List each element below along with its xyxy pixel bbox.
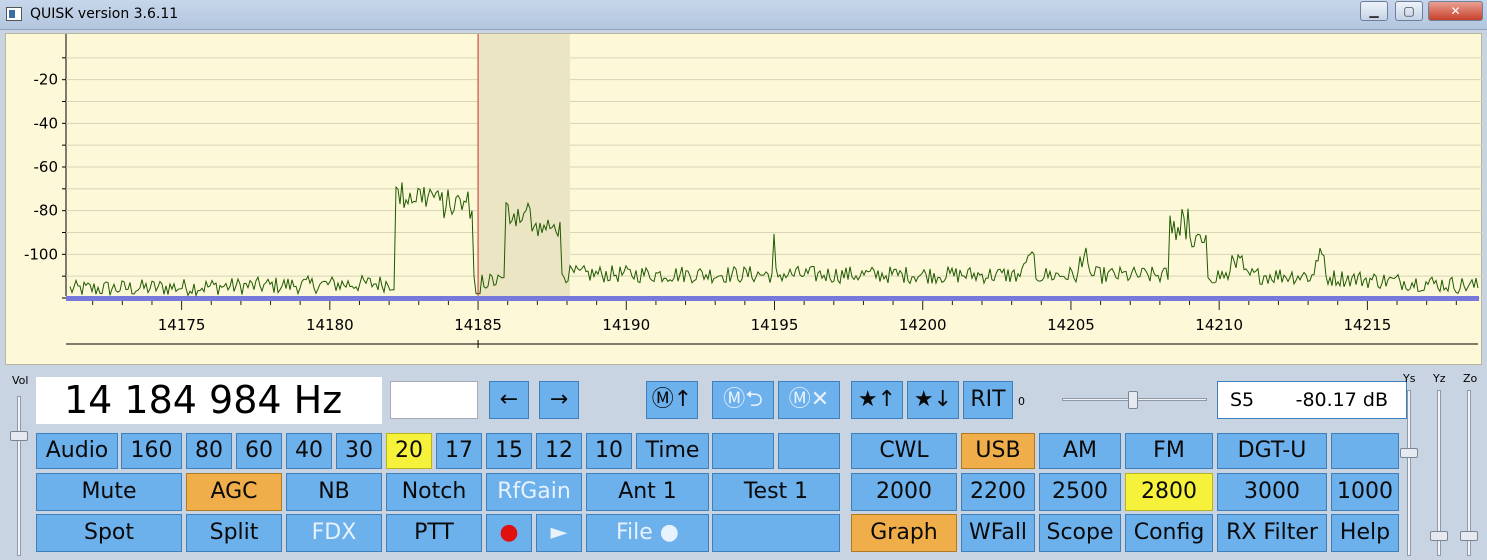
x-tick-label: 14190 xyxy=(602,316,650,334)
favorite-up-button[interactable]: ★↑ xyxy=(851,381,903,419)
row3-blank-button[interactable] xyxy=(712,514,840,552)
band-60-button[interactable]: 60 xyxy=(236,433,282,469)
maximize-button[interactable]: ▢ xyxy=(1395,1,1423,21)
spectrum-plot[interactable]: -20 -40 -60 -80 -100 14175 14180 14185 14190 141… xyxy=(6,34,1483,366)
band-time-button[interactable]: Time xyxy=(636,433,709,469)
app-icon xyxy=(6,7,22,21)
s-meter-db: -80.17 dB xyxy=(1295,389,1388,411)
y-tick-label: -100 xyxy=(24,245,58,263)
file-record-button[interactable]: File ● xyxy=(586,514,709,552)
spot-button[interactable]: Spot xyxy=(36,514,182,552)
window-title: QUISK version 3.6.11 xyxy=(30,6,179,22)
band-40-button[interactable]: 40 xyxy=(286,433,332,469)
band-10-button[interactable]: 10 xyxy=(586,433,632,469)
zo-slider-label: Zo xyxy=(1463,372,1478,385)
mode-fm-button[interactable]: FM xyxy=(1125,433,1213,469)
spectrum-trace xyxy=(69,182,1479,298)
config-button[interactable]: Config xyxy=(1125,514,1213,552)
s-meter-display: S5 -80.17 dB xyxy=(1217,381,1407,419)
nb-button[interactable]: NB xyxy=(286,473,382,511)
play-button[interactable]: ► xyxy=(536,514,582,552)
vol-slider-track[interactable] xyxy=(17,396,21,556)
x-tick-label: 14200 xyxy=(899,316,947,334)
band-blank-button-1[interactable] xyxy=(712,433,774,469)
y-tick-label: -80 xyxy=(34,202,59,220)
s-meter-level: S5 xyxy=(1230,389,1255,411)
antenna-button[interactable]: Ant 1 xyxy=(586,473,709,511)
passband-region xyxy=(478,34,570,296)
x-tick-label: 14185 xyxy=(454,316,502,334)
ptt-button[interactable]: PTT xyxy=(386,514,482,552)
rit-button[interactable]: RIT xyxy=(963,381,1013,419)
x-tick-label: 14175 xyxy=(158,316,206,334)
zo-slider-thumb[interactable] xyxy=(1460,531,1478,541)
help-button[interactable]: Help xyxy=(1331,514,1399,552)
x-tick-label: 14210 xyxy=(1195,316,1243,334)
mode-usb-button[interactable]: USB xyxy=(961,433,1035,469)
filter-2800-button[interactable]: 2800 xyxy=(1125,473,1213,511)
audio-button[interactable]: Audio xyxy=(36,433,118,469)
mode-am-button[interactable]: AM xyxy=(1039,433,1121,469)
filter-2000-button[interactable]: 2000 xyxy=(851,473,957,511)
mute-button[interactable]: Mute xyxy=(36,473,182,511)
x-tick-label: 14205 xyxy=(1047,316,1095,334)
ys-slider-track[interactable] xyxy=(1407,390,1411,556)
split-button[interactable]: Split xyxy=(186,514,282,552)
title-bar: QUISK version 3.6.11 ▁ ▢ ✕ xyxy=(0,0,1487,30)
memory-swap-button[interactable]: Ⓜ⮌ xyxy=(712,381,774,419)
rit-slider-thumb[interactable] xyxy=(1128,391,1138,409)
vol-slider-label: Vol xyxy=(12,374,29,387)
record-button[interactable]: ● xyxy=(486,514,532,552)
test-button[interactable]: Test 1 xyxy=(712,473,840,511)
mode-blank-button[interactable] xyxy=(1331,433,1399,469)
ys-slider-thumb[interactable] xyxy=(1400,448,1418,458)
graph-view-button[interactable]: Graph xyxy=(851,514,957,552)
vol-slider-thumb[interactable] xyxy=(10,431,28,441)
mode-cwl-button[interactable]: CWL xyxy=(851,433,957,469)
filter-2200-button[interactable]: 2200 xyxy=(961,473,1035,511)
memory-delete-button[interactable]: Ⓜ✕ xyxy=(778,381,840,419)
scope-view-button[interactable]: Scope xyxy=(1039,514,1121,552)
mode-dgtu-button[interactable]: DGT-U xyxy=(1217,433,1327,469)
frequency-entry-field[interactable] xyxy=(390,381,478,419)
spectrum-graph[interactable]: -20 -40 -60 -80 -100 14175 14180 14185 14190 141… xyxy=(5,33,1483,366)
favorite-down-button[interactable]: ★↓ xyxy=(907,381,959,419)
x-tick-label: 14215 xyxy=(1344,316,1392,334)
memory-save-button[interactable]: Ⓜ↑ xyxy=(646,381,698,419)
y-tick-label: -40 xyxy=(34,114,59,132)
ys-slider-label: Ys xyxy=(1403,372,1416,385)
y-tick-label: -60 xyxy=(34,158,59,176)
fdx-button[interactable]: FDX xyxy=(286,514,382,552)
band-160-button[interactable]: 160 xyxy=(121,433,182,469)
rit-value: 0 xyxy=(1018,395,1025,408)
waterfall-view-button[interactable]: WFall xyxy=(961,514,1035,552)
rfgain-button[interactable]: RfGain xyxy=(486,473,582,511)
yz-slider-thumb[interactable] xyxy=(1430,531,1448,541)
tune-right-button[interactable]: → xyxy=(539,381,579,419)
band-80-button[interactable]: 80 xyxy=(186,433,232,469)
filter-3000-button[interactable]: 3000 xyxy=(1217,473,1327,511)
tune-left-button[interactable]: ← xyxy=(489,381,529,419)
band-blank-button-2[interactable] xyxy=(778,433,840,469)
x-tick-label: 14195 xyxy=(751,316,799,334)
filter-1000-button[interactable]: 1000 xyxy=(1331,473,1399,511)
band-17-button[interactable]: 17 xyxy=(436,433,482,469)
y-tick-label: -20 xyxy=(34,71,59,89)
minimize-button[interactable]: ▁ xyxy=(1360,1,1388,21)
band-12-button[interactable]: 12 xyxy=(536,433,582,469)
band-20-button[interactable]: 20 xyxy=(386,433,432,469)
control-panel: Vol 14 184 984 Hz ← → Ⓜ↑ Ⓜ⮌ Ⓜ✕ ★↑ ★↓ RIT… xyxy=(0,366,1487,560)
notch-button[interactable]: Notch xyxy=(386,473,482,511)
spectrum-baseline xyxy=(66,296,1479,301)
agc-button[interactable]: AGC xyxy=(186,473,282,511)
yz-slider-label: Yz xyxy=(1433,372,1446,385)
x-tick-label: 14180 xyxy=(306,316,354,334)
rx-filter-button[interactable]: RX Filter xyxy=(1217,514,1327,552)
frequency-display: 14 184 984 Hz xyxy=(36,377,382,424)
close-button[interactable]: ✕ xyxy=(1428,1,1483,21)
band-30-button[interactable]: 30 xyxy=(336,433,382,469)
band-15-button[interactable]: 15 xyxy=(486,433,532,469)
filter-2500-button[interactable]: 2500 xyxy=(1039,473,1121,511)
